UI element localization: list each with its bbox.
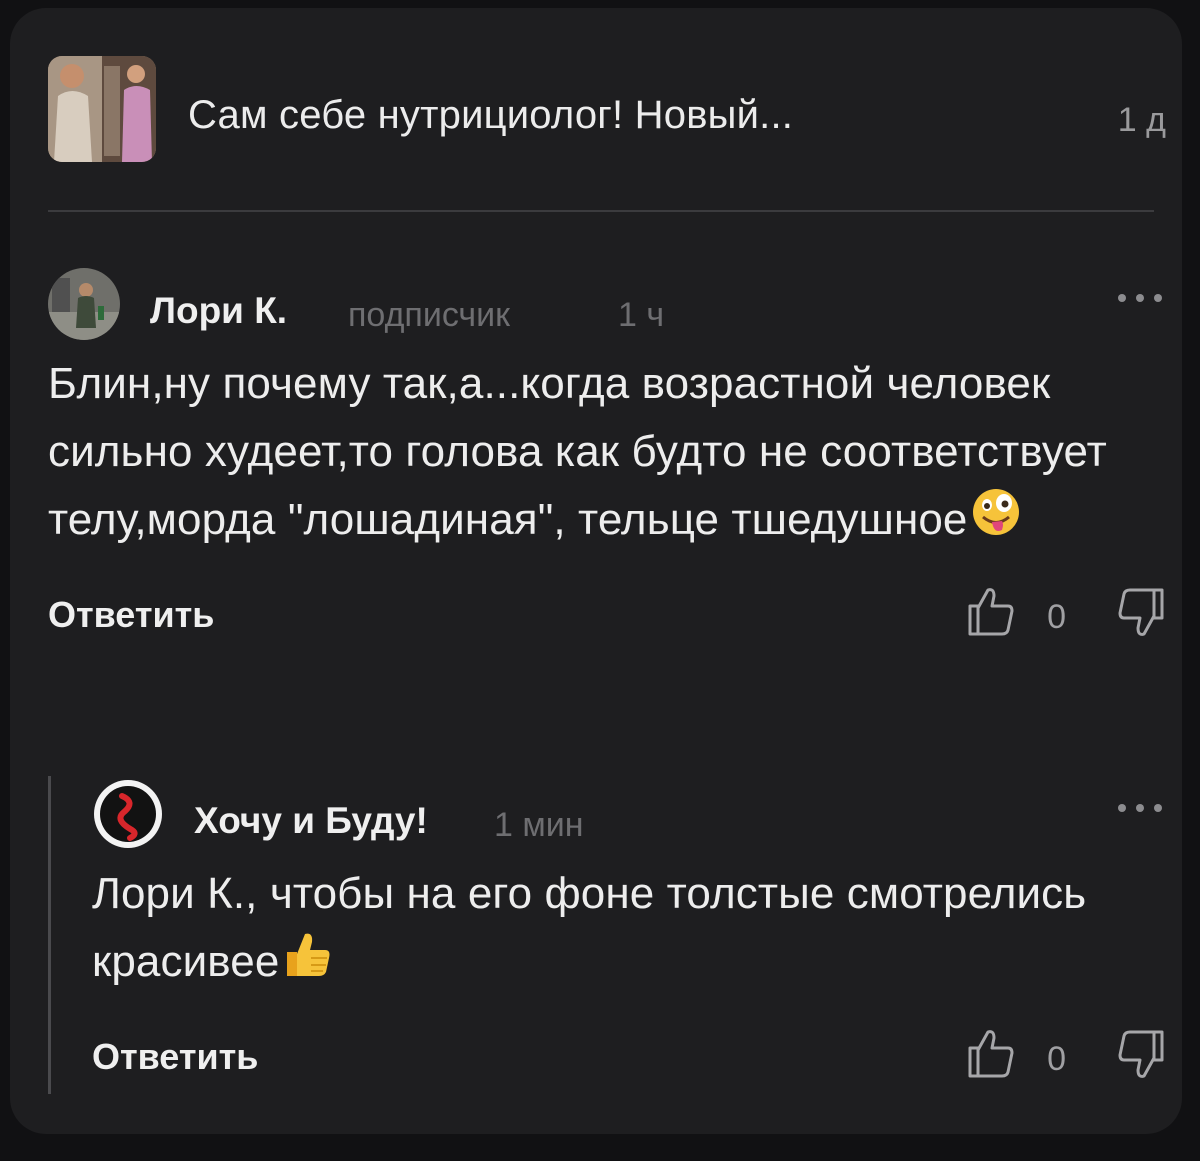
thumbs-up-emoji <box>281 928 333 1000</box>
article-row[interactable]: Сам себе нутрициолог! Новый... 1 д <box>48 56 1166 172</box>
avatar[interactable] <box>92 778 164 850</box>
dot-icon <box>1118 294 1126 302</box>
dot-icon <box>1154 804 1162 812</box>
comments-card: Сам себе нутрициолог! Новый... 1 д Лори … <box>10 8 1182 1134</box>
dot-icon <box>1136 804 1144 812</box>
reply-button[interactable]: Ответить <box>92 1036 258 1078</box>
comment-text-content: Блин,ну почему так,а...когда возрастной … <box>48 359 1107 544</box>
comment-actions: Ответить 0 <box>48 584 1166 654</box>
comment-author[interactable]: Лори К. <box>150 290 287 332</box>
thumbs-up-icon[interactable] <box>966 584 1016 640</box>
article-age: 1 д <box>1117 101 1166 139</box>
comment-time: 1 ч <box>618 296 665 334</box>
divider <box>48 210 1154 212</box>
comment: Лори К. подписчик 1 ч Блин,ну почему так… <box>48 268 1166 654</box>
comment-time: 1 мин <box>494 806 584 844</box>
reply-comment: Хочу и Буду! 1 мин Лори К., чтобы на его… <box>92 778 1166 1096</box>
dot-icon <box>1154 294 1162 302</box>
like-count: 0 <box>1047 598 1066 637</box>
comment-meta: Хочу и Буду! 1 мин <box>92 778 1166 854</box>
comment-text: Блин,ну почему так,а...когда возрастной … <box>48 350 1166 558</box>
article-thumbnail <box>48 56 156 162</box>
article-title[interactable]: Сам себе нутрициолог! Новый... <box>188 93 793 138</box>
reply-button[interactable]: Ответить <box>48 594 214 636</box>
thumbs-down-icon[interactable] <box>1116 584 1166 640</box>
more-options-button[interactable] <box>1118 288 1162 308</box>
thumbs-down-icon[interactable] <box>1116 1026 1166 1082</box>
comment-meta: Лори К. подписчик 1 ч <box>48 268 1166 344</box>
avatar[interactable] <box>48 268 120 340</box>
thread-line <box>48 776 51 1094</box>
subscriber-badge: подписчик <box>348 296 511 334</box>
comment-actions: Ответить 0 <box>92 1026 1166 1096</box>
comment-text-content: Лори К., чтобы на его фоне толстые смотр… <box>92 869 1087 986</box>
comment-text: Лори К., чтобы на его фоне толстые смотр… <box>92 860 1166 1000</box>
zany-face-emoji <box>970 486 1022 558</box>
thumbs-up-icon[interactable] <box>966 1026 1016 1082</box>
like-count: 0 <box>1047 1040 1066 1079</box>
dot-icon <box>1136 294 1144 302</box>
comment-author[interactable]: Хочу и Буду! <box>194 800 428 842</box>
more-options-button[interactable] <box>1118 798 1162 818</box>
dot-icon <box>1118 804 1126 812</box>
